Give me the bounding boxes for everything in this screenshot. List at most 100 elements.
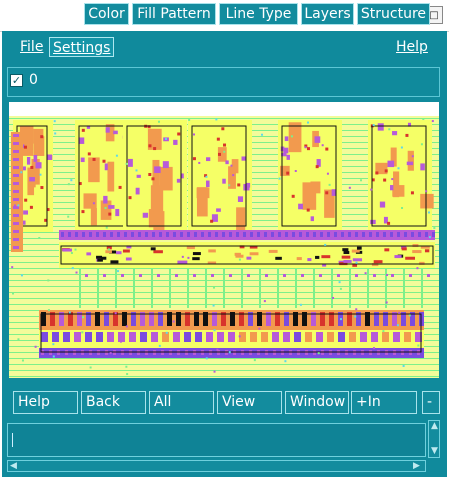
nav-view-button[interactable]: View [217,391,282,414]
lower-row-block [107,332,114,342]
scroll-up-icon[interactable]: ▲ [431,422,438,431]
layout-speckle [215,118,218,121]
nav-help-button[interactable]: Help [13,391,78,414]
cell-magenta [237,196,244,202]
menu-settings-label: Settings [53,40,111,56]
gds-layout-view[interactable] [9,102,439,378]
menu-settings[interactable]: Settings [49,37,115,57]
lower-row-block [349,332,356,342]
lower-row-block [118,332,125,342]
layout-speckle [12,292,15,295]
layout-speckle [400,146,403,149]
vertical-scrollbar[interactable]: ▲ ▼ [428,420,440,458]
status-text-area[interactable] [7,423,426,457]
pole-contact [337,274,340,277]
cell-via [387,221,391,225]
routing-band-mark [152,232,155,237]
layout-speckle [165,331,168,334]
nav-back-button[interactable]: Back [81,391,146,414]
structure-button[interactable]: Structure [357,3,430,25]
routing-band-mark [383,232,386,237]
routing-wire [307,258,312,262]
routing-wire [62,248,72,252]
cell-magenta [35,162,42,169]
pole-contact [139,274,142,277]
lower-row-block [162,332,169,342]
routing-wire [150,247,156,251]
cell-magenta [406,161,414,166]
cell-magenta [173,139,178,145]
menu-help[interactable]: Help [393,37,431,57]
left-strip-mark [13,246,19,249]
layout-canvas[interactable] [9,102,439,378]
layout-speckle [339,318,342,321]
pole-contact [355,274,358,277]
pole-contact [409,274,412,277]
lower-row-block [41,332,48,342]
routing-wire [384,248,390,252]
routing-band-mark [306,232,309,237]
lower-row-block [217,332,224,342]
nav-zoom-out-button[interactable]: - [422,391,440,414]
nav-zoom-in-button[interactable]: +In [351,391,417,414]
cell-via [325,147,329,151]
layer-0-checkbox-label: 0 [29,72,38,88]
lower-row-block [393,332,400,342]
cell-orange [107,161,115,192]
color-button[interactable]: Color [84,3,129,25]
horizontal-scrollbar[interactable]: ◀ ▶ [7,460,426,472]
cell-via [128,196,132,200]
cell-via [40,186,44,190]
layout-speckle [89,366,92,369]
routing-wire [352,258,363,262]
layout-speckle [135,169,138,172]
cell-magenta [47,154,53,160]
nav-window-button[interactable]: Window [285,391,349,414]
pole-contact [373,274,376,277]
layers-button[interactable]: Layers [301,3,354,25]
pole [205,268,207,308]
nav-all-button[interactable]: All [149,391,214,414]
routing-wire [275,256,282,260]
cell-via [383,178,387,182]
layout-speckle [431,120,434,123]
fill-pattern-button[interactable]: Fill Pattern [132,3,216,25]
pole [133,268,135,308]
routing-wire [343,259,352,263]
pole [277,268,279,308]
pole-contact [265,274,268,277]
layout-speckle [20,274,23,277]
layout-speckle [119,340,122,343]
line-type-button[interactable]: Line Type [219,3,298,25]
cell-via [148,172,152,176]
lower-row-block [305,332,312,342]
scroll-right-icon[interactable]: ▶ [413,462,420,471]
layout-speckle [253,359,256,362]
layout-speckle [230,164,233,167]
layout-speckle [213,286,216,289]
layout-speckle [157,120,160,123]
layout-speckle [328,183,331,186]
routing-band-mark [201,232,204,237]
left-strip-mark [13,158,19,161]
cell-magenta [216,208,221,212]
lower-row-block [74,332,81,342]
layer-0-checkbox[interactable]: ✓ [10,74,23,87]
menu-file[interactable]: File [17,37,46,57]
layout-speckle [70,179,73,182]
layout-speckle [68,311,71,314]
cell-via [29,205,33,209]
layout-speckle [360,179,363,182]
scroll-left-icon[interactable]: ◀ [10,462,17,471]
routing-wire [177,260,188,264]
routing-wire [342,248,349,252]
layout-stripe [9,370,439,371]
scroll-down-icon[interactable]: ▼ [431,447,438,456]
pole [187,268,189,308]
routing-band-mark [89,232,92,237]
layout-speckle [422,118,425,121]
left-strip-mark [13,166,19,169]
pole-contact [229,274,232,277]
pole-contact [391,274,394,277]
cell-via [148,144,152,148]
